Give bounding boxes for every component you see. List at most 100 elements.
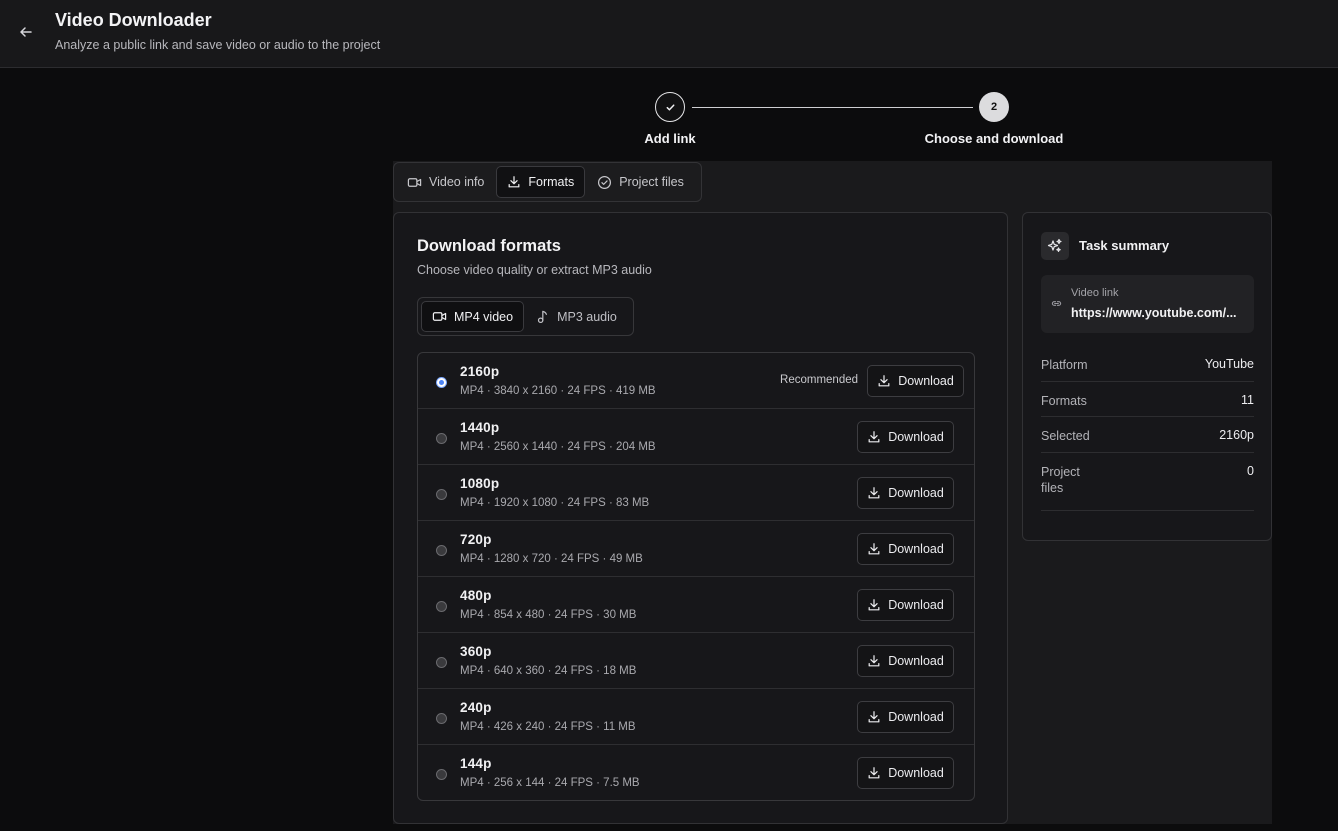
format-row[interactable]: 1440p MP4 · 2560 x 1440 · 24 FPS · 204 M… [418, 409, 974, 465]
tab-label: MP3 audio [557, 309, 617, 324]
tab-video-info[interactable]: Video info [397, 166, 494, 198]
check-icon [666, 103, 674, 111]
arrow-left-icon [20, 27, 32, 37]
download-icon [508, 176, 520, 188]
format-radio[interactable] [436, 545, 447, 556]
format-row[interactable]: 240p MP4 · 426 x 240 · 24 FPS · 11 MB Do… [418, 689, 974, 745]
download-button[interactable]: Download [857, 421, 954, 453]
summary-key: Formats [1041, 393, 1087, 408]
format-resolution: 1440p [460, 420, 500, 435]
tab-label: Formats [528, 175, 575, 189]
format-resolution: 360p [460, 644, 492, 659]
download-button[interactable]: Download [857, 701, 954, 733]
stepper: 2 Add link Choose and download [0, 80, 1338, 150]
format-resolution: 240p [460, 700, 492, 715]
download-icon [878, 375, 890, 387]
format-details: MP4 · 426 x 240 · 24 FPS · 11 MB [460, 721, 636, 733]
download-label: Download [888, 598, 944, 612]
card-title: Download formats [417, 237, 561, 255]
summary-key: Platform [1041, 358, 1088, 372]
download-icon [868, 431, 880, 443]
format-radio[interactable] [436, 489, 447, 500]
summary-row-selected: Selected 2160p [1041, 417, 1254, 453]
download-formats-card: Download formats Choose video quality or… [393, 212, 1008, 824]
recommended-badge: Recommended [780, 374, 858, 386]
link-icon [1051, 301, 1062, 306]
format-details: MP4 · 1920 x 1080 · 24 FPS · 83 MB [460, 497, 650, 509]
format-radio[interactable] [436, 657, 447, 668]
format-row[interactable]: 360p MP4 · 640 x 360 · 24 FPS · 18 MB Do… [418, 633, 974, 689]
video-link-box: Video link https://www.youtube.com/... [1041, 275, 1254, 333]
summary-row-project-files: Project files 0 [1041, 453, 1254, 511]
page-title: Video Downloader [55, 10, 212, 30]
download-button[interactable]: Download [857, 477, 954, 509]
download-icon [868, 487, 880, 499]
format-details: MP4 · 640 x 360 · 24 FPS · 18 MB [460, 665, 637, 677]
download-button[interactable]: Download [857, 533, 954, 565]
music-note-icon [537, 310, 548, 324]
download-label: Download [888, 710, 944, 724]
format-row[interactable]: 480p MP4 · 854 x 480 · 24 FPS · 30 MB Do… [418, 577, 974, 633]
video-link-value: https://www.youtube.com/... [1071, 306, 1237, 320]
summary-key: Project files [1041, 464, 1080, 495]
mp3-audio-tab[interactable]: MP3 audio [526, 301, 627, 332]
back-button[interactable] [14, 21, 38, 43]
download-label: Download [898, 374, 954, 388]
download-label: Download [888, 542, 944, 556]
download-icon [868, 711, 880, 723]
format-radio[interactable] [436, 433, 447, 444]
download-icon [868, 767, 880, 779]
format-radio[interactable] [436, 377, 447, 388]
format-row[interactable]: 2160p MP4 · 3840 x 2160 · 24 FPS · 419 M… [418, 353, 974, 409]
page-subtitle: Analyze a public link and save video or … [55, 38, 381, 52]
step-connector [692, 107, 973, 108]
card-subtitle: Choose video quality or extract MP3 audi… [417, 263, 652, 277]
download-button[interactable]: Download [857, 645, 954, 677]
format-resolution: 480p [460, 588, 492, 603]
format-resolution: 720p [460, 532, 492, 547]
summary-value: 2160p [1219, 428, 1254, 442]
check-circle-icon [598, 175, 612, 189]
format-details: MP4 · 854 x 480 · 24 FPS · 30 MB [460, 609, 637, 621]
download-label: Download [888, 654, 944, 668]
summary-key: Selected [1041, 429, 1090, 443]
format-type-toggle: MP4 video MP3 audio [417, 297, 634, 336]
tab-formats[interactable]: Formats [496, 166, 586, 198]
download-label: Download [888, 486, 944, 500]
mp4-video-tab[interactable]: MP4 video [421, 301, 525, 332]
video-camera-icon [407, 177, 422, 187]
video-link-label: Video link [1071, 287, 1119, 299]
view-tabs: Video info Formats Project files [393, 162, 702, 202]
download-button[interactable]: Download [867, 365, 964, 397]
format-radio[interactable] [436, 769, 447, 780]
summary-title: Task summary [1079, 238, 1170, 253]
tab-project-files[interactable]: Project files [587, 166, 694, 198]
format-row[interactable]: 1080p MP4 · 1920 x 1080 · 24 FPS · 83 MB… [418, 465, 974, 521]
sparkles-icon [1041, 232, 1069, 260]
format-details: MP4 · 3840 x 2160 · 24 FPS · 419 MB [460, 385, 656, 397]
format-row[interactable]: 144p MP4 · 256 x 144 · 24 FPS · 7.5 MB D… [418, 745, 974, 800]
step-2-label: Choose and download [924, 131, 1064, 146]
download-button[interactable]: Download [857, 589, 954, 621]
format-details: MP4 · 1280 x 720 · 24 FPS · 49 MB [460, 553, 643, 565]
format-radio[interactable] [436, 601, 447, 612]
step-1-label: Add link [644, 131, 696, 146]
summary-details: Platform YouTube Formats 11 Selected 216… [1041, 346, 1254, 511]
summary-value: 11 [1241, 392, 1254, 407]
summary-value: YouTube [1204, 357, 1254, 371]
video-camera-icon [432, 312, 447, 321]
download-icon [868, 599, 880, 611]
format-list: 2160p MP4 · 3840 x 2160 · 24 FPS · 419 M… [417, 352, 975, 801]
download-icon [868, 543, 880, 555]
tab-label: Project files [619, 175, 684, 189]
format-radio[interactable] [436, 713, 447, 724]
summary-value: 0 [1247, 463, 1254, 478]
tab-label: MP4 video [454, 309, 514, 324]
step-1-indicator [655, 92, 685, 122]
download-button[interactable]: Download [857, 757, 954, 789]
tab-label: Video info [429, 175, 485, 189]
download-label: Download [888, 766, 944, 780]
format-row[interactable]: 720p MP4 · 1280 x 720 · 24 FPS · 49 MB D… [418, 521, 974, 577]
summary-row-platform: Platform YouTube [1041, 346, 1254, 382]
task-summary-card: Task summary Video link https://www.yout… [1022, 212, 1272, 541]
